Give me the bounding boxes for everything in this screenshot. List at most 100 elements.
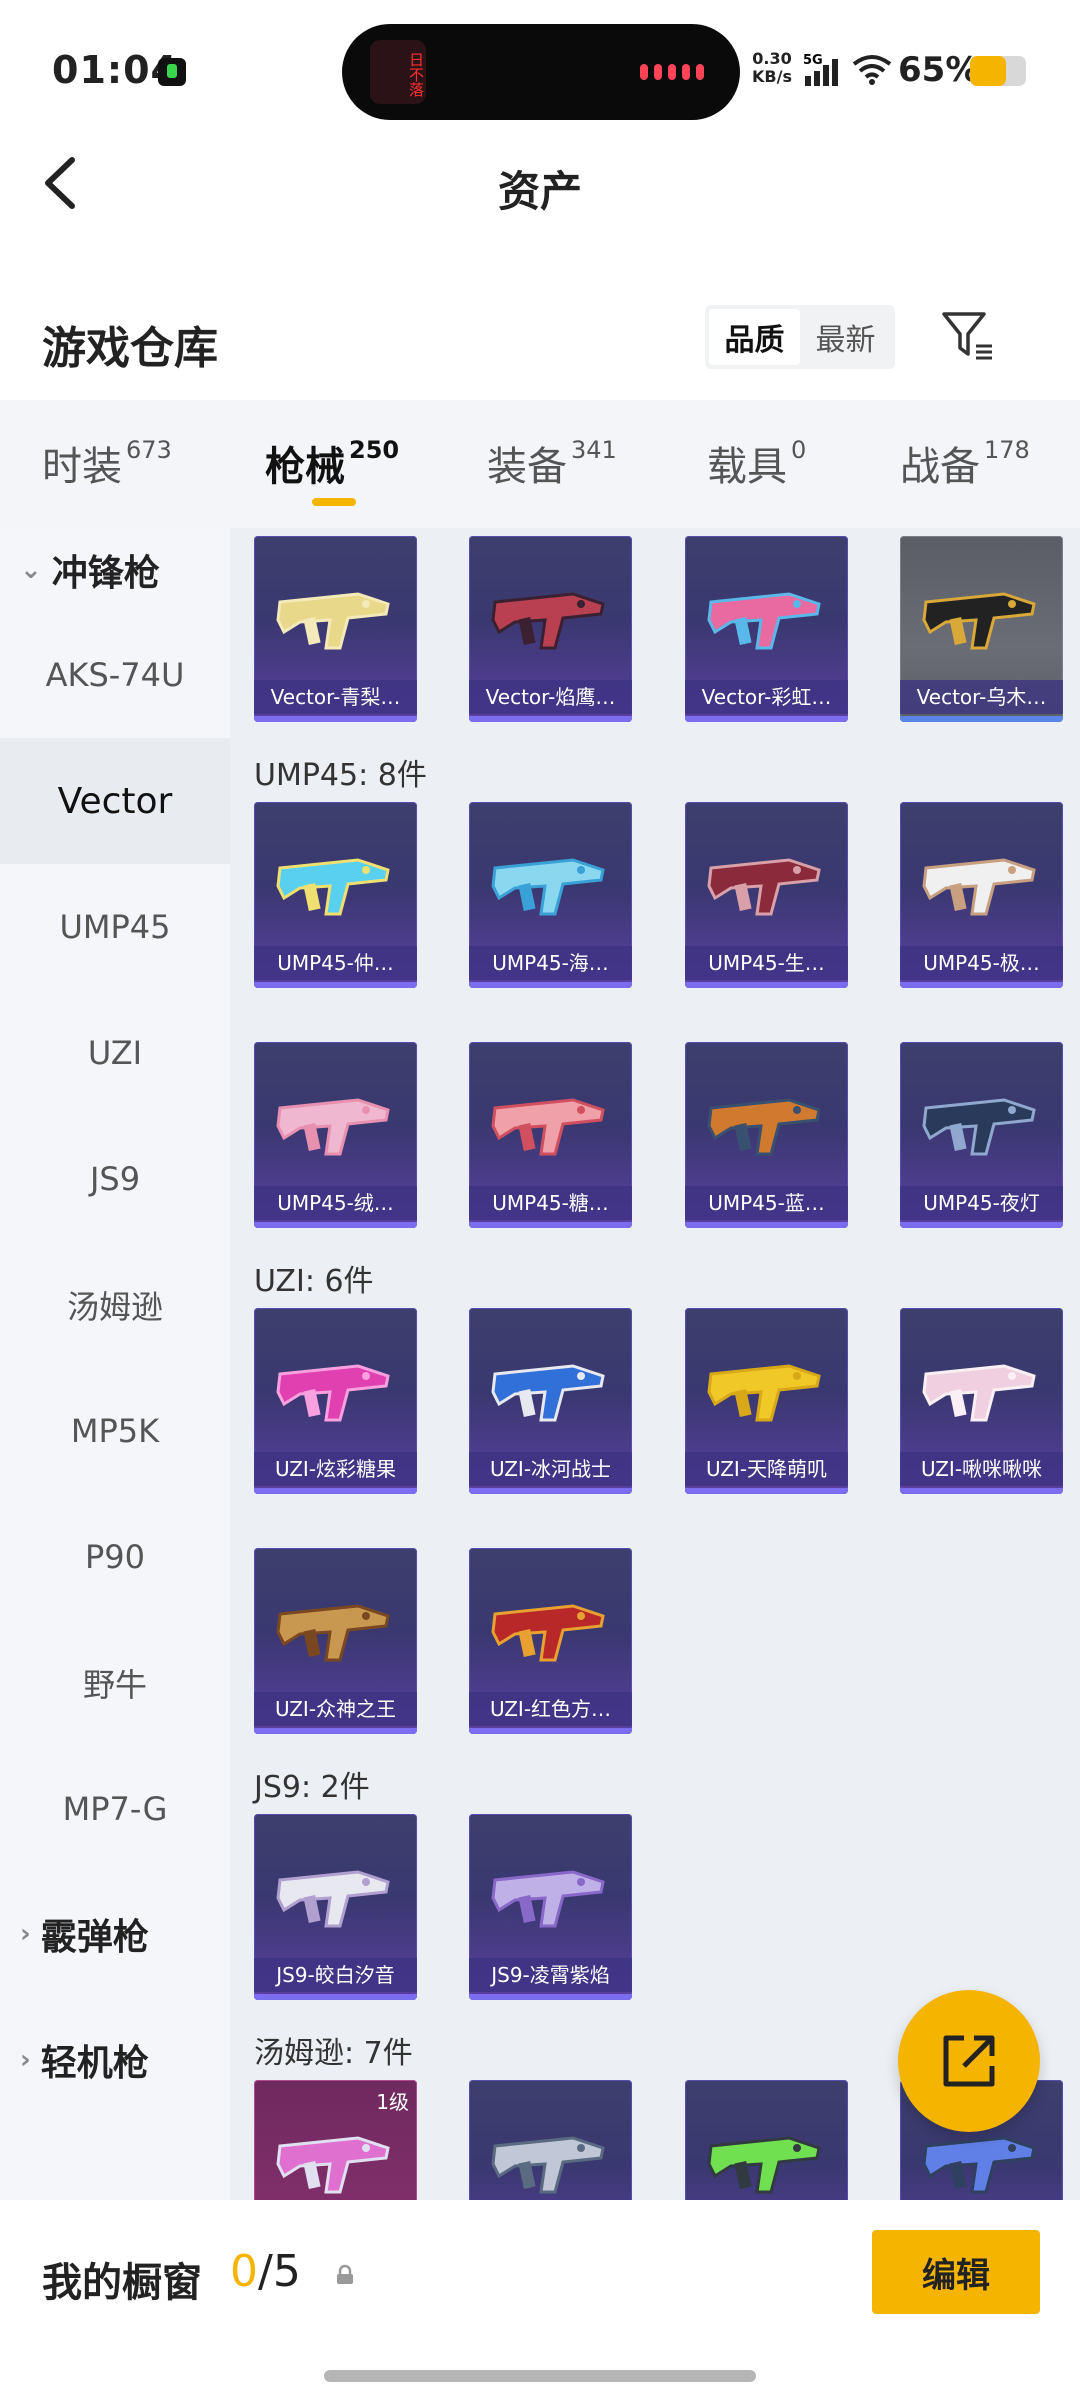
- weapon-name: UZI-众神之王: [254, 1692, 417, 1726]
- weapon-card[interactable]: UZI-炫彩糖果: [254, 1308, 417, 1494]
- sidebar-group[interactable]: › 轻机枪: [0, 2018, 230, 2102]
- weapon-card[interactable]: UZI-冰河战士: [469, 1308, 632, 1494]
- weapon-skin-image: [922, 1098, 1036, 1156]
- rarity-bar: [685, 716, 848, 722]
- weapon-skin-image: [491, 1364, 605, 1422]
- weapon-card[interactable]: 1级: [254, 2080, 417, 2200]
- weapon-card[interactable]: Vector-青梨…: [254, 536, 417, 722]
- section-title: 游戏仓库: [42, 323, 218, 374]
- sidebar-item[interactable]: JS9: [0, 1116, 230, 1242]
- weapon-card[interactable]: UZI-红色方…: [469, 1548, 632, 1734]
- level-badge: 1级: [376, 2090, 409, 2114]
- weapon-card[interactable]: UMP45-海…: [469, 802, 632, 988]
- weapon-name: UMP45-仲…: [254, 946, 417, 980]
- tab-fashion[interactable]: 时装 673: [42, 434, 172, 492]
- sidebar-item[interactable]: AKS-74U: [0, 612, 230, 738]
- tab-firearms[interactable]: 枪械 250: [265, 434, 399, 492]
- sidebar-item[interactable]: P90: [0, 1494, 230, 1620]
- sidebar-item[interactable]: UZI: [0, 990, 230, 1116]
- sidebar-group[interactable]: ⌄ 冲锋枪: [0, 528, 230, 612]
- sidebar-item[interactable]: MP5K: [0, 1368, 230, 1494]
- share-button[interactable]: [898, 1990, 1040, 2132]
- weapon-sidebar: ⌄ 冲锋枪 AKS-74U Vector UMP45 UZI JS9 汤姆逊 MP5K P90 野牛…: [0, 528, 230, 2200]
- rarity-bar: [469, 982, 632, 988]
- rarity-bar: [469, 1728, 632, 1734]
- dynamic-island[interactable]: 日不落: [342, 24, 740, 120]
- weapon-card[interactable]: UMP45-生…: [685, 802, 848, 988]
- rarity-bar: [900, 982, 1063, 988]
- share-external-icon: [943, 2035, 995, 2087]
- sidebar-item[interactable]: UMP45: [0, 864, 230, 990]
- weapon-name: UZI-炫彩糖果: [254, 1452, 417, 1486]
- weapon-name: UMP45-绒…: [254, 1186, 417, 1220]
- sidebar-group[interactable]: › 霰弹枪: [0, 1892, 230, 1976]
- weapon-card[interactable]: JS9-凌霄紫焰: [469, 1814, 632, 2000]
- sort-toggle[interactable]: 品质 最新: [705, 305, 895, 369]
- tab-supplies[interactable]: 战备 178: [900, 434, 1030, 492]
- rarity-bar: [254, 1222, 417, 1228]
- weapon-card[interactable]: UZI-啾咪啾咪: [900, 1308, 1063, 1494]
- sidebar-item[interactable]: 汤姆逊: [0, 1242, 230, 1368]
- weapon-card[interactable]: UMP45-仲…: [254, 802, 417, 988]
- home-indicator[interactable]: [324, 2370, 756, 2382]
- rarity-bar: [900, 716, 1063, 722]
- rarity-bar: [469, 1994, 632, 2000]
- sidebar-item-label: 轻机枪: [40, 2043, 149, 2084]
- edit-button[interactable]: 编辑: [872, 2230, 1040, 2314]
- sort-quality-button[interactable]: 品质: [709, 309, 800, 365]
- weapon-name: Vector-青梨…: [254, 680, 417, 714]
- music-app-icon: [158, 58, 186, 86]
- weapon-card[interactable]: [685, 2080, 848, 2200]
- weapon-skin-image: [276, 2136, 390, 2194]
- sidebar-item[interactable]: Vector: [0, 738, 230, 864]
- weapon-card[interactable]: UMP45-蓝…: [685, 1042, 848, 1228]
- sort-latest-button[interactable]: 最新: [800, 309, 891, 365]
- showcase-label: 我的橱窗: [42, 2260, 202, 2306]
- sidebar-item-label: UZI: [87, 1034, 143, 1072]
- weapon-name: JS9-皎白汐音: [254, 1958, 417, 1992]
- weapon-skin-image: [707, 858, 821, 916]
- weapon-card[interactable]: Vector-乌木…: [900, 536, 1063, 722]
- weapon-card[interactable]: Vector-彩虹…: [685, 536, 848, 722]
- weapon-skin-image: [491, 1870, 605, 1928]
- weapon-card[interactable]: UZI-天降萌叽: [685, 1308, 848, 1494]
- weapon-card[interactable]: UMP45-糖…: [469, 1042, 632, 1228]
- tab-equipment[interactable]: 装备 341: [487, 434, 617, 492]
- rarity-bar: [254, 1994, 417, 2000]
- weapon-skin-image: [707, 592, 821, 650]
- weapon-name: Vector-焰鹰…: [469, 680, 632, 714]
- weapon-card[interactable]: UMP45-绒…: [254, 1042, 417, 1228]
- sidebar-item-label: 汤姆逊: [66, 1288, 163, 1326]
- lock-icon: [337, 2264, 353, 2284]
- sidebar-item-label: 霰弹枪: [40, 1917, 149, 1958]
- category-tabs: 时装 673 枪械 250 装备 341 载具 0 战备 178: [0, 400, 1080, 528]
- filter-icon[interactable]: [940, 308, 996, 364]
- weapon-card[interactable]: UMP45-夜灯: [900, 1042, 1063, 1228]
- rarity-bar: [254, 716, 417, 722]
- weapon-card[interactable]: JS9-皎白汐音: [254, 1814, 417, 2000]
- cellular-signal-icon: 5G: [803, 53, 838, 86]
- rarity-bar: [254, 1728, 417, 1734]
- sidebar-item[interactable]: MP7-G: [0, 1746, 230, 1872]
- weapon-card[interactable]: UMP45-极…: [900, 802, 1063, 988]
- group-header: 汤姆逊: 7件: [254, 2036, 413, 2071]
- weapon-name: UMP45-蓝…: [685, 1186, 848, 1220]
- weapon-card[interactable]: Vector-焰鹰…: [469, 536, 632, 722]
- weapon-skin-image: [491, 858, 605, 916]
- chevron-right-icon: ›: [20, 2045, 31, 2075]
- weapon-name: JS9-凌霄紫焰: [469, 1958, 632, 1992]
- sidebar-item[interactable]: 野牛: [0, 1620, 230, 1746]
- island-album-art: 日不落: [370, 40, 426, 104]
- group-header: UMP45: 8件: [254, 758, 427, 793]
- weapon-card[interactable]: UZI-众神之王: [254, 1548, 417, 1734]
- svg-text:5G: 5G: [803, 53, 823, 68]
- weapon-name: UZI-啾咪啾咪: [900, 1452, 1063, 1486]
- sidebar-item-label: MP7-G: [62, 1790, 168, 1828]
- weapon-name: UMP45-糖…: [469, 1186, 632, 1220]
- weapon-card[interactable]: [469, 2080, 632, 2200]
- showcase-count: 0/5: [230, 2246, 301, 2297]
- network-speed: 0.30 KB/s: [752, 49, 792, 86]
- rarity-bar: [685, 1222, 848, 1228]
- tab-vehicles[interactable]: 载具 0: [707, 434, 806, 492]
- weapon-skin-image: [276, 1604, 390, 1662]
